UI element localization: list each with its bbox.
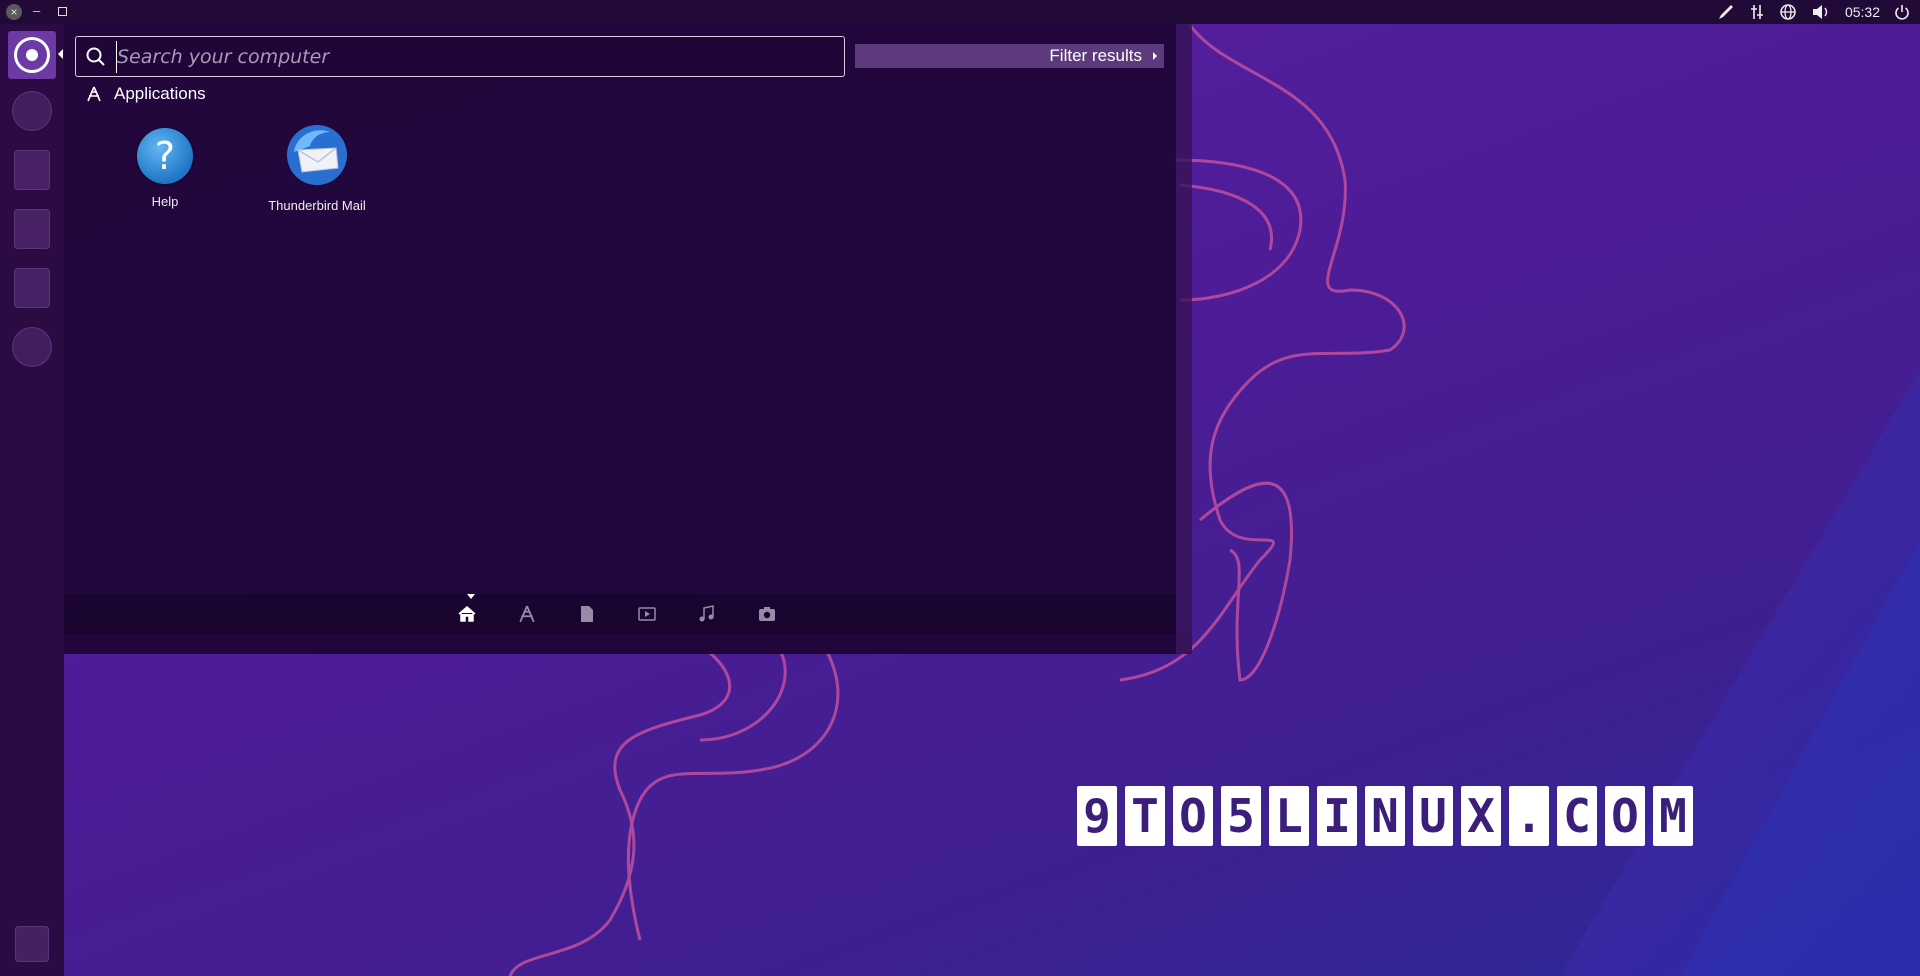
dash-home-button[interactable]	[8, 31, 56, 79]
maximize-window-button[interactable]	[58, 7, 67, 16]
ubuntu-logo-icon	[14, 37, 50, 73]
applications-icon	[87, 86, 101, 102]
power-icon[interactable]	[1894, 3, 1910, 21]
watermark-char: L	[1269, 786, 1309, 846]
lens-bar	[64, 594, 1176, 634]
watermark-char: U	[1413, 786, 1453, 846]
photos-icon	[759, 607, 775, 621]
calc-icon	[14, 209, 50, 249]
watermark-char: O	[1605, 786, 1645, 846]
active-lens-indicator	[467, 594, 475, 599]
watermark-char: X	[1461, 786, 1501, 846]
dash-edge	[1176, 24, 1192, 654]
watermark-char: O	[1173, 786, 1213, 846]
search-box[interactable]	[75, 36, 845, 77]
disk-usage-icon	[12, 91, 52, 131]
impress-icon	[14, 268, 50, 308]
watermark-char: C	[1557, 786, 1597, 846]
settings-icon	[12, 327, 52, 367]
pen-icon[interactable]	[1717, 3, 1735, 21]
category-header[interactable]: Applications	[86, 84, 206, 104]
active-arrow-icon	[58, 49, 63, 59]
minimize-window-button[interactable]: –	[33, 0, 40, 22]
launcher-trash[interactable]	[8, 920, 56, 968]
watermark-char: 9	[1077, 786, 1117, 846]
category-title: Applications	[114, 84, 206, 103]
thunderbird-icon	[287, 125, 347, 185]
close-window-button[interactable]: ×	[6, 4, 22, 20]
trash-icon	[15, 926, 49, 962]
launcher-writer[interactable]	[8, 146, 56, 194]
launcher-calc[interactable]	[8, 205, 56, 253]
filter-results-button[interactable]: Filter results	[855, 44, 1164, 68]
app-label: Help	[151, 194, 179, 209]
applications-icon	[519, 605, 535, 623]
app-help[interactable]: ? Help	[100, 128, 230, 209]
lens-video[interactable]	[637, 604, 657, 624]
volume-icon[interactable]	[1811, 3, 1831, 21]
watermark-char: I	[1317, 786, 1357, 846]
lens-home[interactable]	[457, 604, 477, 624]
app-label: Thunderbird Mail	[268, 198, 366, 213]
search-input[interactable]	[116, 41, 836, 73]
lens-music[interactable]	[697, 604, 717, 624]
top-panel: × – 05:32	[0, 0, 1920, 24]
lens-files[interactable]	[577, 604, 597, 624]
watermark-char: .	[1509, 786, 1549, 846]
home-icon	[458, 606, 476, 622]
app-thunderbird[interactable]: Thunderbird Mail	[252, 125, 382, 213]
launcher-settings[interactable]	[8, 323, 56, 371]
video-icon	[638, 607, 656, 621]
watermark-logo: 9 T O 5 L I N U X . C O M	[1077, 786, 1693, 846]
filter-arrow-icon	[1153, 52, 1157, 60]
launcher	[0, 24, 64, 976]
filter-results-label: Filter results	[1049, 46, 1142, 65]
dash-panel: Filter results Applications ? Help Thund…	[64, 24, 1176, 654]
watermark-char: T	[1125, 786, 1165, 846]
watermark-char: 5	[1221, 786, 1261, 846]
launcher-disk-usage[interactable]	[8, 87, 56, 135]
search-icon	[86, 47, 105, 66]
lens-applications[interactable]	[517, 604, 537, 624]
lens-photos[interactable]	[757, 604, 777, 624]
clock[interactable]: 05:32	[1845, 4, 1880, 20]
music-icon	[699, 605, 714, 622]
watermark-char: N	[1365, 786, 1405, 846]
network-icon[interactable]	[1749, 3, 1765, 21]
watermark-char: M	[1653, 786, 1693, 846]
help-icon: ?	[137, 128, 193, 184]
writer-icon	[14, 150, 50, 190]
files-icon	[581, 606, 593, 622]
globe-icon[interactable]	[1779, 3, 1797, 21]
launcher-impress[interactable]	[8, 264, 56, 312]
indicator-area: 05:32	[1717, 0, 1910, 24]
